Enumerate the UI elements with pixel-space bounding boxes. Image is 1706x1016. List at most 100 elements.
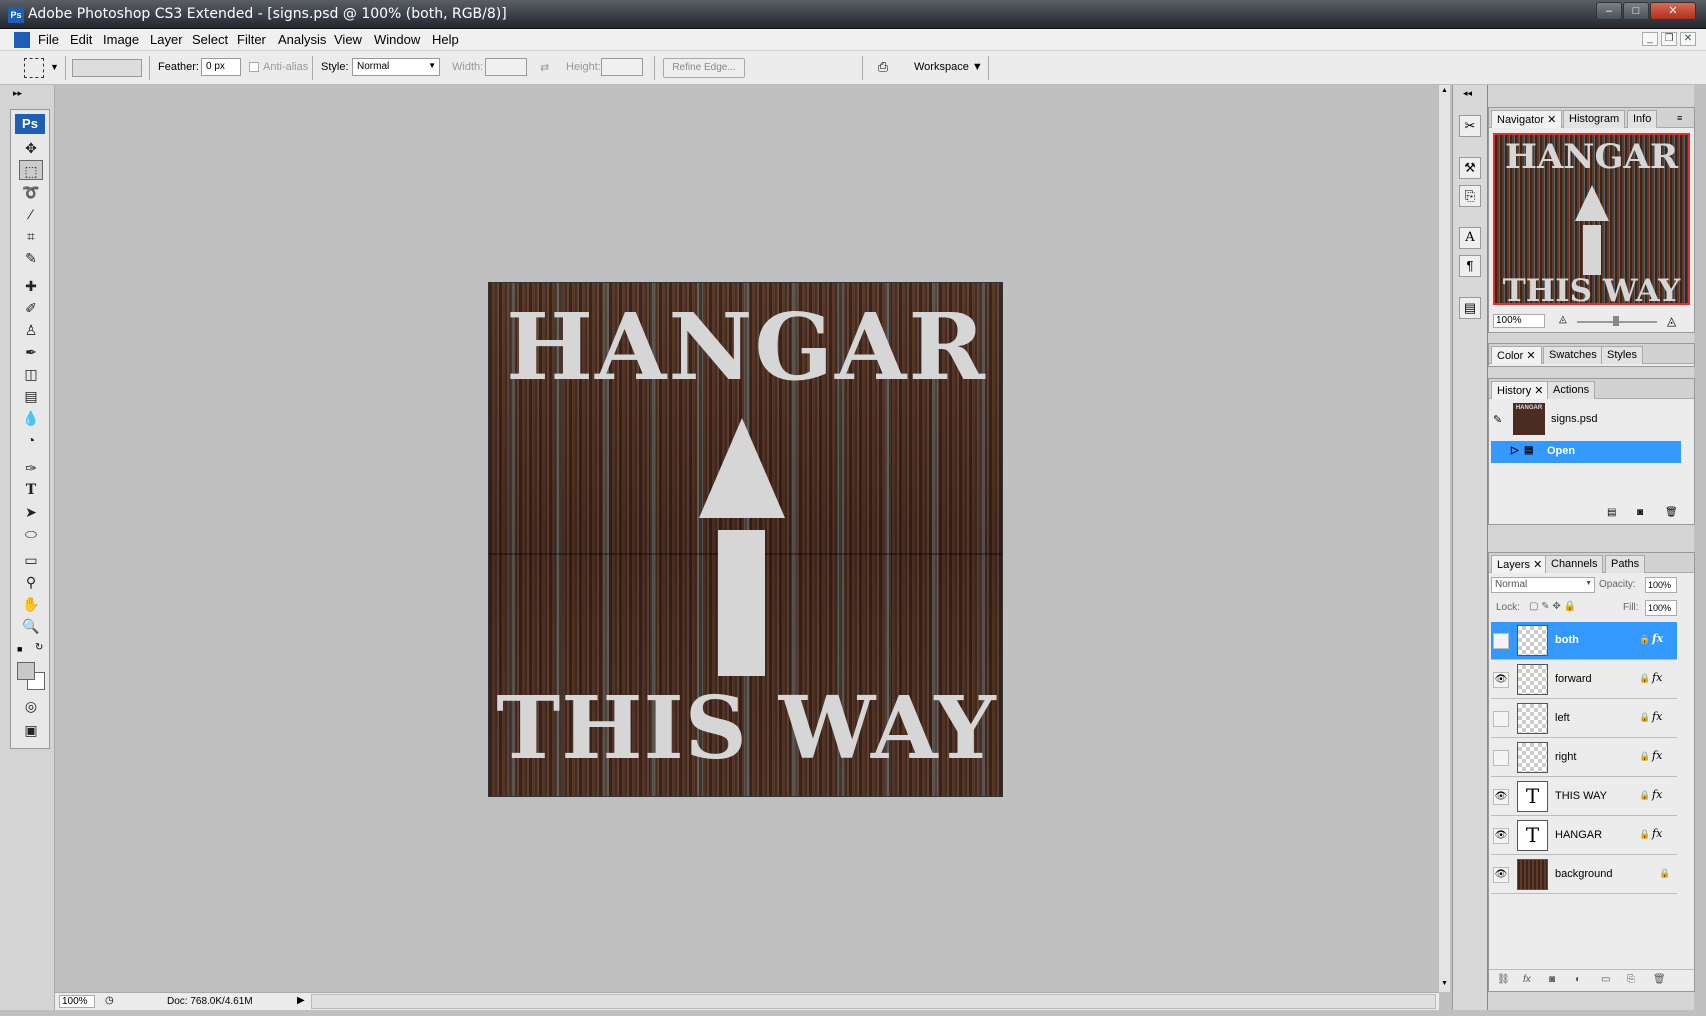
tab-swatches[interactable]: Swatches — [1543, 346, 1603, 364]
history-state-open[interactable]: ▷ ▤ Open — [1491, 441, 1681, 463]
marquee-preset-icon[interactable] — [24, 58, 44, 78]
tab-info[interactable]: Info — [1627, 110, 1658, 128]
opacity-input[interactable]: 100% — [1645, 577, 1677, 593]
new-layer-icon[interactable]: ⎘ — [1627, 974, 1635, 985]
doc-close-button[interactable]: ✕ — [1680, 32, 1696, 46]
slice-tool-icon[interactable]: ✎ — [19, 248, 43, 268]
feather-input[interactable]: 0 px — [201, 58, 241, 76]
tab-history[interactable]: History ✕ — [1491, 381, 1550, 399]
history-brush-source-icon[interactable]: ✎ — [1493, 413, 1502, 426]
document-canvas[interactable]: HANGAR THIS WAY — [488, 282, 1003, 797]
layer-comps-icon[interactable]: ▤ — [1459, 297, 1481, 319]
selection-mode-buttons[interactable] — [72, 59, 142, 77]
zoom-tool-icon[interactable]: 🔍 — [19, 616, 43, 636]
add-style-icon[interactable]: fx — [1523, 974, 1531, 985]
default-colors-icon[interactable]: ■ — [17, 644, 22, 654]
menu-help[interactable]: Help — [432, 32, 459, 47]
layer-row[interactable]: right 🔒 fx — [1491, 739, 1677, 777]
fx-icon[interactable]: fx — [1652, 632, 1663, 645]
zoom-in-icon[interactable]: ◬ — [1667, 314, 1676, 328]
history-brush-icon[interactable]: ✒ — [19, 342, 43, 362]
refine-edge-button[interactable]: Refine Edge... — [663, 58, 745, 78]
antialias-checkbox[interactable] — [249, 62, 259, 72]
new-document-from-state-icon[interactable]: ▤ — [1607, 507, 1616, 518]
layer-row[interactable]: both 🔒 fx — [1491, 622, 1677, 660]
menu-analysis[interactable]: Analysis — [278, 32, 326, 47]
screen-mode-icon[interactable]: ▣ — [19, 720, 43, 740]
clone-source-icon[interactable]: ⎘ — [1459, 185, 1481, 207]
snapshot-name[interactable]: signs.psd — [1551, 413, 1597, 425]
doc-minimize-button[interactable]: _ — [1642, 32, 1658, 46]
zoom-out-icon[interactable]: ◬ — [1559, 314, 1567, 325]
menu-window[interactable]: Window — [374, 32, 420, 47]
lasso-tool-icon[interactable]: ➰ — [19, 182, 43, 202]
menu-image[interactable]: Image — [103, 32, 139, 47]
chevron-down-icon[interactable]: ▼ — [50, 62, 59, 72]
dodge-tool-icon[interactable]: ◔ — [19, 430, 43, 450]
eye-icon[interactable]: 👁 — [1493, 828, 1509, 844]
fx-icon[interactable]: fx — [1652, 671, 1662, 684]
layer-row[interactable]: 👁 T THIS WAY 🔒 fx — [1491, 778, 1677, 816]
brushes-icon[interactable]: ⚒ — [1459, 157, 1481, 179]
menu-layer[interactable]: Layer — [150, 32, 183, 47]
hand-tool-icon[interactable]: ✋ — [19, 594, 43, 614]
fx-icon[interactable]: fx — [1652, 827, 1662, 840]
layer-row[interactable]: 👁 background 🔒 — [1491, 856, 1677, 894]
collapse-arrows-icon[interactable]: ◂◂ — [1463, 88, 1472, 99]
menu-filter[interactable]: Filter — [237, 32, 266, 47]
fx-icon[interactable]: fx — [1652, 749, 1662, 762]
eye-icon[interactable]: 👁 — [1493, 867, 1509, 883]
fx-icon[interactable]: fx — [1652, 710, 1662, 723]
workspace-menu[interactable]: Workspace ▼ — [914, 61, 983, 73]
tab-color[interactable]: Color ✕ — [1491, 346, 1542, 364]
scroll-up-icon[interactable]: ▲ — [1441, 87, 1448, 94]
visibility-toggle[interactable] — [1493, 711, 1509, 727]
tab-histogram[interactable]: Histogram — [1563, 110, 1626, 128]
width-input[interactable] — [485, 58, 527, 76]
maximize-button[interactable]: □ — [1623, 2, 1649, 20]
visibility-toggle[interactable] — [1493, 633, 1509, 649]
brush-tool-icon[interactable]: ✐ — [19, 298, 43, 318]
lock-icons[interactable]: ▢ ✎ ✥ 🔒 — [1529, 601, 1576, 612]
fill-input[interactable]: 100% — [1645, 600, 1677, 616]
layer-name[interactable]: background — [1555, 868, 1613, 880]
panel-menu-icon[interactable]: ≡ — [1677, 113, 1682, 123]
horizontal-scrollbar[interactable] — [311, 994, 1436, 1009]
bridge-icon[interactable]: ⎙ — [872, 59, 894, 77]
menu-view[interactable]: View — [334, 32, 362, 47]
menu-file[interactable]: File — [38, 32, 59, 47]
navigator-zoom-field[interactable]: 100% — [1493, 314, 1545, 328]
eye-icon[interactable]: 👁 — [1493, 789, 1509, 805]
visibility-toggle[interactable] — [1493, 750, 1509, 766]
swap-icon[interactable]: ⇄ — [540, 61, 549, 74]
scroll-down-icon[interactable]: ▼ — [1441, 980, 1448, 987]
move-tool-icon[interactable]: ✥ — [19, 138, 43, 158]
pen-tool-icon[interactable]: ✑ — [19, 458, 43, 478]
character-icon[interactable]: A — [1459, 227, 1481, 249]
tab-actions[interactable]: Actions — [1547, 381, 1596, 399]
fx-icon[interactable]: fx — [1652, 788, 1662, 801]
menu-edit[interactable]: Edit — [70, 32, 92, 47]
link-layers-icon[interactable]: ⛓ — [1497, 974, 1510, 985]
type-tool-icon[interactable]: T — [19, 480, 43, 500]
doc-restore-button[interactable]: ❐ — [1661, 32, 1677, 46]
minimize-button[interactable]: – — [1596, 2, 1622, 20]
marquee-tool-icon[interactable]: ⬚ — [19, 160, 43, 180]
delete-state-icon[interactable]: 🗑 — [1665, 507, 1678, 518]
quick-mask-icon[interactable]: ◎ — [19, 696, 43, 716]
healing-brush-icon[interactable]: ✚ — [19, 276, 43, 296]
shape-tool-icon[interactable]: ⬭ — [19, 524, 43, 544]
eye-icon[interactable]: 👁 — [1493, 672, 1509, 688]
layer-row[interactable]: 👁 T HANGAR 🔒 fx — [1491, 817, 1677, 855]
vertical-scrollbar[interactable]: ▲ ▼ — [1438, 85, 1450, 992]
close-button[interactable]: ✕ — [1650, 2, 1696, 20]
tool-presets-icon[interactable]: ✂ — [1459, 115, 1481, 137]
layer-name[interactable]: left — [1555, 712, 1570, 724]
blend-mode-select[interactable]: Normal ▼ — [1491, 577, 1595, 593]
zoom-field[interactable]: 100% — [59, 995, 95, 1008]
notes-tool-icon[interactable]: ▭ — [19, 550, 43, 570]
blur-tool-icon[interactable]: 💧 — [19, 408, 43, 428]
paragraph-icon[interactable]: ¶ — [1459, 255, 1481, 277]
eyedropper-icon[interactable]: ⚲ — [19, 572, 43, 592]
tab-layers[interactable]: Layers ✕ — [1491, 555, 1549, 573]
